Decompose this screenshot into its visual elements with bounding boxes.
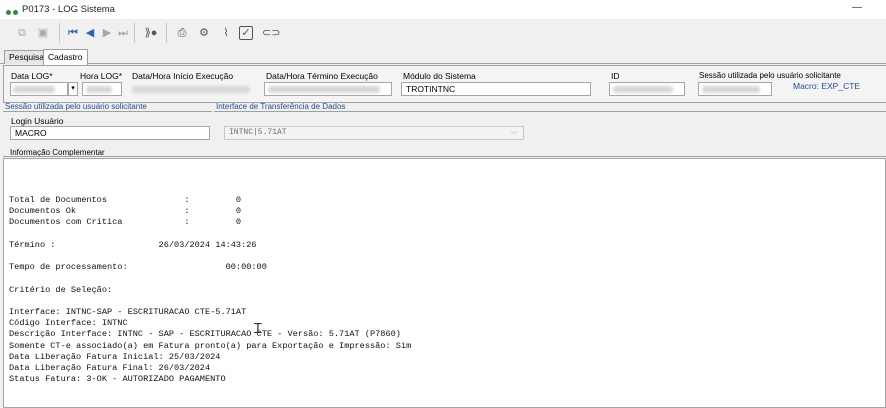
minimize-button[interactable]: — — [846, 2, 868, 16]
redacted-value — [132, 86, 250, 93]
modulo-label: Módulo do Sistema — [403, 71, 476, 81]
app-icon — [6, 7, 20, 17]
attach-icon[interactable]: ⌇ — [217, 25, 235, 41]
last-record-icon[interactable]: ⏭ — [114, 25, 132, 41]
login-usuario-input[interactable]: MACRO — [10, 126, 210, 140]
save-icon[interactable]: ▣ — [34, 25, 52, 41]
date-picker-button[interactable]: ▾ — [68, 82, 78, 96]
toolbar-separator — [166, 23, 167, 43]
title-bar — [0, 0, 886, 19]
print-icon[interactable]: ⎙ — [173, 25, 191, 41]
redacted-value — [86, 86, 112, 93]
link-icon[interactable]: ⊂⊃ — [262, 25, 280, 41]
inicio-execucao-label: Data/Hora Início Execução — [132, 71, 234, 81]
interface-select[interactable]: INTNC|5.71AT — [224, 126, 524, 140]
hora-log-label: Hora LOG* — [80, 71, 123, 81]
toolbar-separator — [134, 23, 135, 43]
section-divider — [214, 111, 886, 112]
tab-strip-border — [0, 63, 886, 64]
first-record-icon[interactable]: ⏮ — [64, 25, 82, 41]
toolbar-separator — [59, 23, 60, 43]
redacted-value — [613, 86, 673, 93]
copy-icon[interactable]: ⧉ — [13, 25, 31, 41]
redacted-value — [702, 86, 760, 93]
tab-cadastro[interactable]: Cadastro — [43, 49, 88, 65]
log-text: Total de Documentos : 0 Documentos Ok : … — [9, 195, 412, 385]
window-title: P0173 - LOG Sistema — [22, 4, 115, 15]
interface-section-header: Interface de Transferência de Dados — [216, 102, 346, 111]
chevron-down-icon[interactable]: ⌵ — [511, 127, 517, 137]
sessao-label: Sessão utilizada pelo usuário solicitant… — [699, 71, 841, 80]
id-label: ID — [611, 71, 620, 81]
settings-icon[interactable]: ⚙ — [195, 25, 213, 41]
modulo-input[interactable]: TROTINTNC — [401, 82, 591, 96]
execute-icon[interactable]: ⟫● — [140, 25, 162, 41]
previous-record-icon[interactable]: ◀ — [81, 25, 99, 41]
redacted-value — [13, 86, 55, 93]
toolbar — [0, 19, 886, 47]
section-divider — [3, 156, 886, 157]
data-log-label: Data LOG* — [11, 71, 53, 81]
termino-execucao-label: Data/Hora Término Execução — [266, 71, 378, 81]
section-divider — [3, 111, 212, 112]
text-cursor-icon: Ɪ — [254, 320, 262, 336]
macro-value: Macro: EXP_CTE — [793, 81, 861, 91]
sessao-section-header: Sessão utilizada pelo usuário solicitant… — [5, 102, 147, 111]
redacted-value — [268, 86, 380, 93]
login-usuario-label: Login Usuário — [11, 116, 64, 126]
confirm-icon[interactable]: ✓ — [239, 26, 253, 40]
info-complementar-textarea[interactable]: Total de Documentos : 0 Documentos Ok : … — [3, 158, 886, 408]
